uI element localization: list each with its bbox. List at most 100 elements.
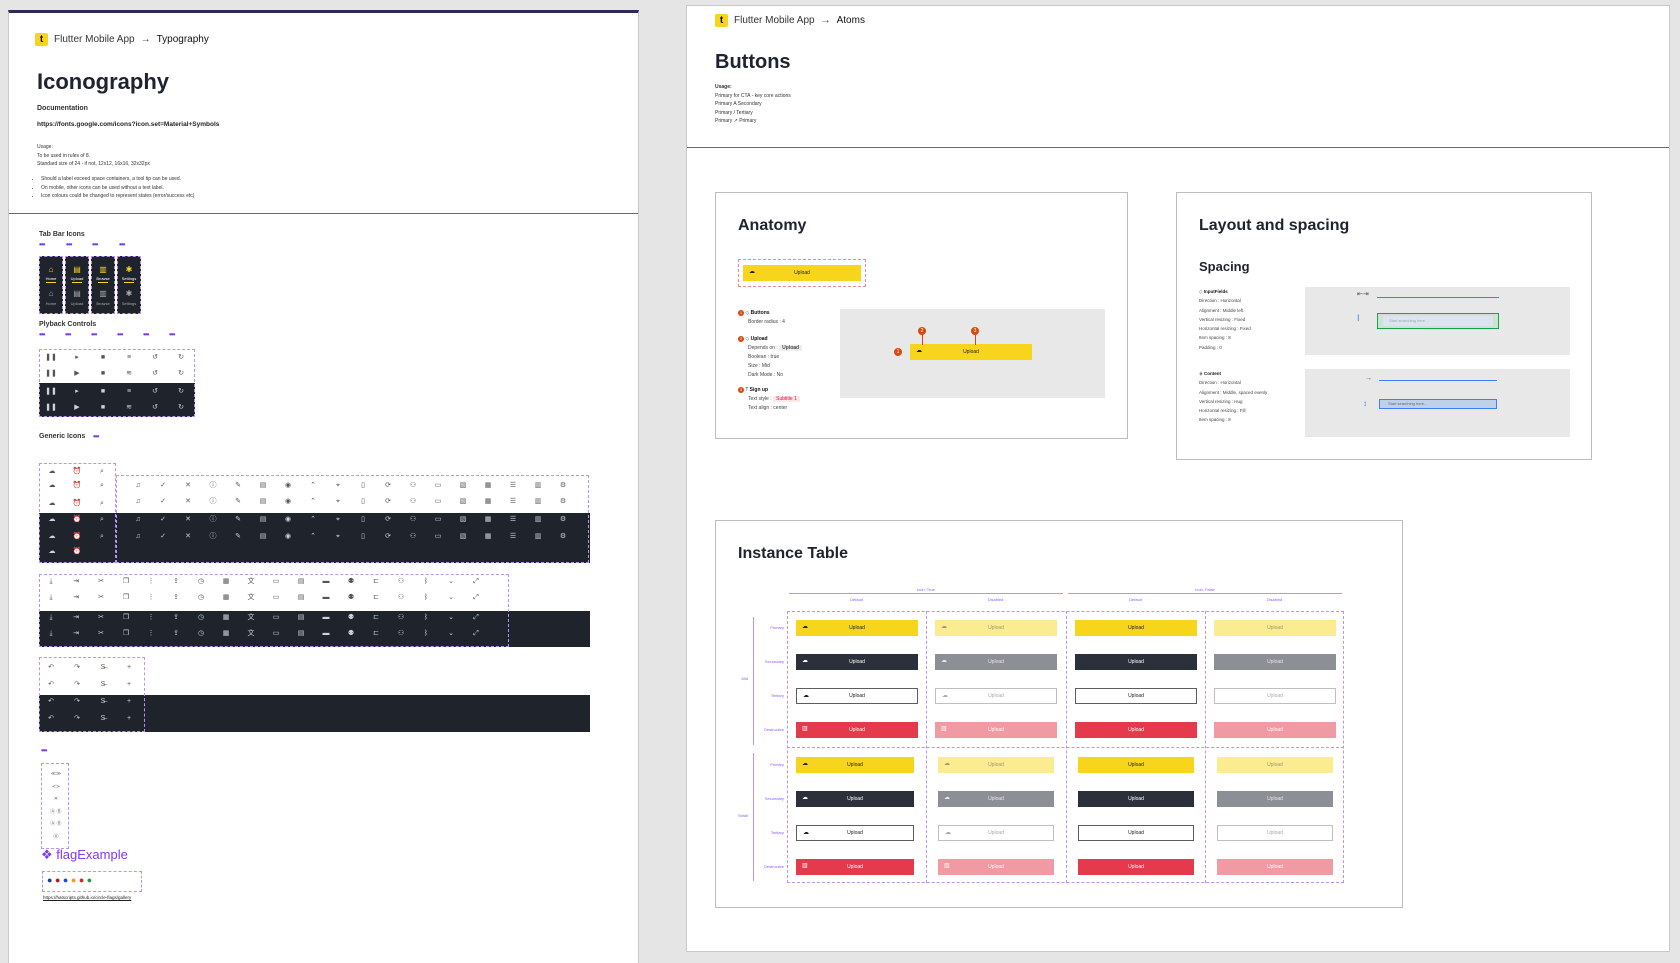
more-icon[interactable]: ••• <box>66 241 72 249</box>
more-icon[interactable]: ••• <box>65 331 71 339</box>
content-preview: → Start searching here... ↕ <box>1305 369 1570 437</box>
row-label: Destructive <box>763 864 784 869</box>
flag-example-title: ❖ flagExample <box>41 847 128 862</box>
height-icon: ↕ <box>1363 399 1367 408</box>
format-icon[interactable]: ≺≻ <box>45 781 67 794</box>
destructive-button-disabled[interactable]: Upload <box>1214 722 1336 738</box>
primary-button-small[interactable]: ☁ Upload <box>796 757 914 773</box>
breadcrumb-current[interactable]: Typography <box>157 34 209 45</box>
breadcrumb-project[interactable]: Flutter Mobile App <box>734 15 815 26</box>
primary-button-disabled[interactable]: ☁ Upload <box>935 620 1057 636</box>
tertiary-button[interactable]: ☁ Upload <box>796 688 918 704</box>
primary-button-disabled[interactable]: Upload <box>1214 620 1336 636</box>
destructive-button-disabled[interactable]: ▥ Upload <box>935 722 1057 738</box>
tab-home[interactable]: ⌂ Home ⌂ Home <box>39 256 63 314</box>
more-icon[interactable]: ••• <box>119 241 125 249</box>
cloud-upload-icon: ☁ <box>941 658 947 664</box>
breadcrumb: t Flutter Mobile App → Typography <box>35 33 209 46</box>
more-icon[interactable]: ••• <box>143 331 149 339</box>
breadcrumb: t Flutter Mobile App → Atoms <box>715 14 865 27</box>
tertiary-button-small-disabled[interactable]: Upload <box>1217 825 1333 841</box>
settings-icon: ✱ <box>125 289 133 298</box>
tertiary-button-small[interactable]: ☁ Upload <box>796 825 914 841</box>
text-icon: T <box>745 387 749 393</box>
column-header: Disabled <box>987 597 1004 602</box>
more-icon[interactable]: ••• <box>39 331 45 339</box>
format-icon[interactable]: ✕ <box>45 793 67 806</box>
upload-button[interactable]: ☁ Upload <box>743 265 861 281</box>
more-icon[interactable]: ••• <box>41 747 47 755</box>
flag-fr-icon[interactable]: ● <box>63 875 68 885</box>
tab-browse[interactable]: ▥ Browse ▥ Browse <box>91 256 115 314</box>
tertiary-button-small-disabled[interactable]: ☁ Upload <box>938 825 1054 841</box>
secondary-button-small[interactable]: Upload <box>1078 791 1194 807</box>
cloud-upload-icon: ☁ <box>802 658 808 664</box>
icon-frame <box>39 463 116 563</box>
resize-icon: ⇤⇥ <box>1357 291 1369 298</box>
app-logo-icon: t <box>715 14 728 27</box>
breadcrumb-project[interactable]: Flutter Mobile App <box>54 34 135 45</box>
content-spec: ⋕ Content Direction : Horizontal Alignmen… <box>1199 371 1268 423</box>
destructive-button[interactable]: ▥ Upload <box>796 722 918 738</box>
search-field[interactable]: Start searching here... <box>1383 316 1493 326</box>
layout-title: Layout and spacing <box>1199 217 1350 234</box>
secondary-button-disabled[interactable]: ☁ Upload <box>935 654 1057 670</box>
tertiary-button-disabled[interactable]: Upload <box>1214 688 1336 704</box>
more-icon[interactable]: ••• <box>39 241 45 249</box>
destructive-button-small[interactable]: Upload <box>1078 859 1194 875</box>
flag-jp-icon[interactable]: ● <box>79 875 84 885</box>
tertiary-button[interactable]: Upload <box>1075 688 1197 704</box>
tertiary-button-disabled[interactable]: ☁ Upload <box>935 688 1057 704</box>
flag-uk-icon[interactable]: ● <box>55 875 60 885</box>
secondary-button-disabled[interactable]: Upload <box>1214 654 1336 670</box>
format-icon[interactable]: Ⓐ Ⓑ <box>45 806 67 819</box>
component-icon: ◇ <box>745 310 750 316</box>
destructive-button-small-disabled[interactable]: ▥ Upload <box>938 859 1054 875</box>
tab-settings[interactable]: ✱ Settings ✱ Settings <box>117 256 141 314</box>
component-icon: ❖ <box>41 847 53 862</box>
destructive-button-small[interactable]: ▥ Upload <box>796 859 914 875</box>
trash-icon: ▥ <box>802 863 808 869</box>
documentation-link[interactable]: https://fonts.google.com/icons?icon.set=… <box>37 121 219 128</box>
arrow-right-icon: → <box>820 15 831 26</box>
format-icon[interactable]: Ⓐ Ⓑ <box>45 818 67 831</box>
destructive-button[interactable]: Upload <box>1075 722 1197 738</box>
format-icon[interactable]: Ⓐ <box>45 831 67 844</box>
component-icon: ◇ <box>1199 289 1203 294</box>
more-icon[interactable]: ••• <box>93 433 99 441</box>
cloud-upload-icon: ☁ <box>803 830 809 836</box>
tab-upload[interactable]: ▤ Upload ▤ Upload <box>65 256 89 314</box>
trash-icon: ▥ <box>944 863 950 869</box>
documentation-label: Documentation <box>37 105 88 112</box>
more-icon[interactable]: ••• <box>169 331 175 339</box>
breadcrumb-current[interactable]: Atoms <box>837 15 865 26</box>
usage-bullets: Should a label exceed space containers, … <box>25 175 194 201</box>
secondary-button-small[interactable]: ☁ Upload <box>796 791 914 807</box>
search-field[interactable]: Start searching here... <box>1379 399 1497 409</box>
more-icon[interactable]: ••• <box>91 331 97 339</box>
flag-gallery-link[interactable]: https://hatscripts.github.io/circle-flag… <box>43 895 131 900</box>
format-icon[interactable]: ≪≫ <box>45 768 67 781</box>
primary-button[interactable]: ☁ Upload <box>796 620 918 636</box>
primary-button-small-disabled[interactable]: ☁ Upload <box>938 757 1054 773</box>
anatomy-title: Anatomy <box>738 217 807 234</box>
secondary-button[interactable]: Upload <box>1075 654 1197 670</box>
secondary-button-small-disabled[interactable]: ☁ Upload <box>938 791 1054 807</box>
primary-button[interactable]: Upload <box>1075 620 1197 636</box>
cloud-upload-icon: ☁ <box>802 795 808 801</box>
primary-button-small[interactable]: Upload <box>1078 757 1194 773</box>
destructive-button-small-disabled[interactable]: Upload <box>1217 859 1333 875</box>
secondary-button-small-disabled[interactable]: Upload <box>1217 791 1333 807</box>
tertiary-button-small[interactable]: Upload <box>1078 825 1194 841</box>
more-icon[interactable]: ••• <box>117 331 123 339</box>
more-icon[interactable]: ••• <box>92 241 98 249</box>
flag-de-icon[interactable]: ● <box>71 875 76 885</box>
flag-us-icon[interactable]: ● <box>47 875 52 885</box>
secondary-button[interactable]: ☁ Upload <box>796 654 918 670</box>
marker-1: 1 <box>894 348 902 356</box>
flag-et-icon[interactable]: ● <box>87 875 92 885</box>
upload-button[interactable]: ☁ Upload <box>910 344 1032 360</box>
column-header: Default <box>850 597 863 602</box>
icon-frame <box>39 574 509 647</box>
primary-button-small-disabled[interactable]: Upload <box>1217 757 1333 773</box>
